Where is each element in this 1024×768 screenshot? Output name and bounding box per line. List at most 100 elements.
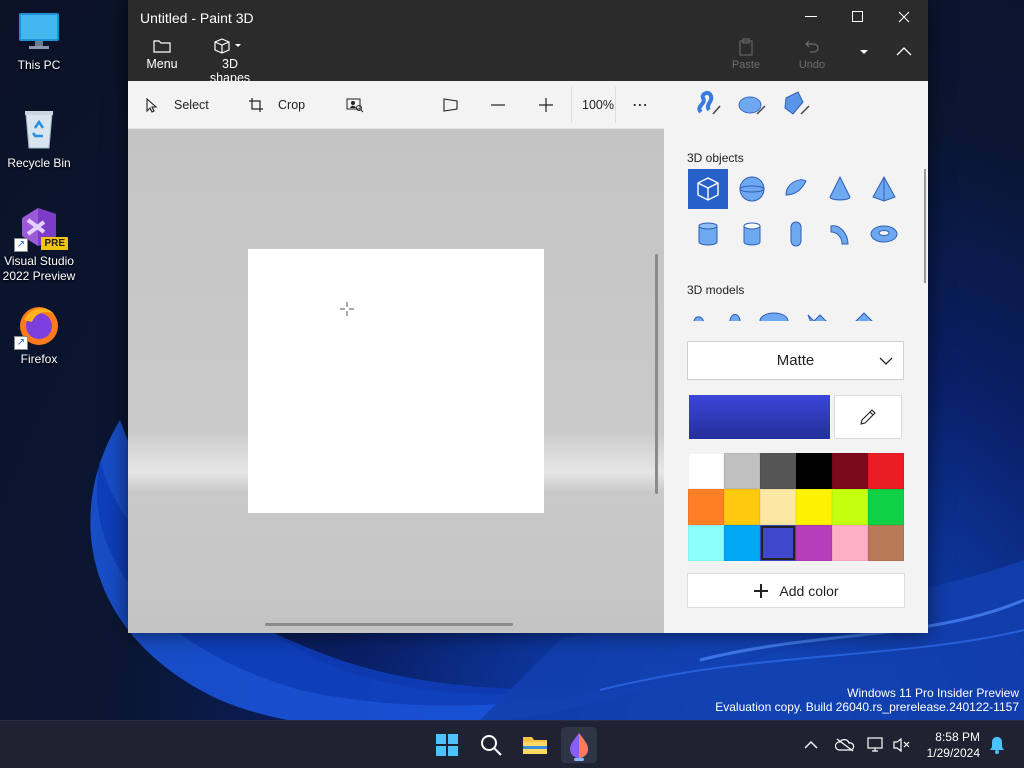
3d-doodle-sharp-tool[interactable] bbox=[688, 83, 728, 123]
notifications-button[interactable] bbox=[984, 727, 1010, 763]
zoom-in-button[interactable] bbox=[538, 81, 568, 129]
color-swatch[interactable] bbox=[796, 453, 832, 489]
minimize-button[interactable] bbox=[788, 0, 834, 34]
network-icon bbox=[867, 737, 883, 752]
add-color-button[interactable]: Add color bbox=[687, 573, 905, 608]
file-explorer-button[interactable] bbox=[517, 727, 553, 763]
object-curved-tube[interactable] bbox=[820, 214, 860, 254]
taskbar: 8:58 PM 1/29/2024 bbox=[0, 720, 1024, 768]
horizontal-scrollbar[interactable] bbox=[265, 623, 513, 626]
desktop-icon-firefox[interactable]: ↗ Firefox bbox=[1, 302, 77, 367]
undo-button[interactable]: Undo bbox=[794, 36, 830, 71]
object-pyramid[interactable] bbox=[864, 169, 904, 209]
search-icon bbox=[481, 735, 502, 756]
taskbar-clock[interactable]: 8:58 PM 1/29/2024 bbox=[927, 729, 980, 761]
color-swatch[interactable] bbox=[688, 453, 724, 489]
canvas[interactable] bbox=[248, 249, 544, 513]
magic-select-tool[interactable] bbox=[346, 81, 378, 129]
object-hemisphere[interactable] bbox=[776, 169, 816, 209]
paste-button[interactable]: Paste bbox=[728, 36, 764, 71]
desktop-icon-recycle-bin[interactable]: Recycle Bin bbox=[1, 106, 77, 171]
cylinder-icon bbox=[698, 222, 718, 246]
3d-doodle-tube-tool[interactable] bbox=[776, 83, 816, 123]
canvas-area[interactable] bbox=[128, 129, 664, 633]
close-button[interactable] bbox=[881, 0, 927, 34]
crosshair-cursor-icon bbox=[340, 302, 354, 316]
color-swatch[interactable] bbox=[868, 489, 904, 525]
paint3d-taskbar-button[interactable] bbox=[561, 727, 597, 763]
color-swatch[interactable] bbox=[760, 489, 796, 525]
color-swatch[interactable] bbox=[796, 525, 832, 561]
object-cube[interactable] bbox=[688, 169, 728, 209]
3d-shapes-button[interactable]: 3D shapes bbox=[201, 36, 259, 85]
current-color-preview[interactable] bbox=[689, 395, 830, 439]
maximize-button[interactable] bbox=[835, 0, 881, 34]
eyedropper-icon bbox=[860, 409, 876, 425]
color-swatch[interactable] bbox=[832, 489, 868, 525]
zoom-out-button[interactable] bbox=[490, 81, 520, 129]
hemisphere-icon bbox=[785, 179, 807, 196]
side-panel-scrollbar[interactable] bbox=[924, 169, 926, 283]
search-button[interactable] bbox=[473, 727, 509, 763]
recycle-bin-icon bbox=[16, 106, 62, 152]
object-cylinder[interactable] bbox=[688, 214, 728, 254]
paint3d-icon bbox=[570, 733, 588, 758]
toolbar-divider bbox=[615, 87, 616, 123]
menu-button[interactable]: Menu bbox=[144, 36, 180, 71]
preview-badge: PRE bbox=[41, 237, 68, 250]
3d-models-heading: 3D models bbox=[687, 283, 745, 297]
show-hidden-icons-button[interactable] bbox=[796, 727, 826, 763]
color-swatch[interactable] bbox=[868, 525, 904, 561]
donut-icon bbox=[870, 225, 898, 243]
chevron-down-icon bbox=[879, 357, 893, 365]
caret-down-icon bbox=[860, 50, 868, 54]
network-tray-button[interactable] bbox=[862, 727, 890, 763]
color-swatch[interactable] bbox=[724, 489, 760, 525]
color-swatch[interactable] bbox=[868, 453, 904, 489]
bell-icon bbox=[990, 737, 1004, 754]
onedrive-tray-button[interactable] bbox=[830, 727, 860, 763]
side-panel: 3D objects 3D models Matte Add color bbox=[664, 81, 928, 633]
history-dropdown-button[interactable] bbox=[854, 44, 874, 61]
color-swatch[interactable] bbox=[724, 525, 760, 561]
capsule-icon bbox=[790, 221, 802, 247]
model-thumbnails-icon[interactable] bbox=[688, 305, 908, 321]
object-tube[interactable] bbox=[732, 214, 772, 254]
color-swatch[interactable] bbox=[832, 525, 868, 561]
clipboard-icon bbox=[739, 38, 753, 56]
desktop-icon-this-pc[interactable]: This PC bbox=[1, 8, 77, 73]
3d-doodle-soft-tool[interactable] bbox=[732, 83, 772, 123]
shortcut-arrow-icon: ↗ bbox=[14, 336, 28, 350]
color-swatch[interactable] bbox=[760, 453, 796, 489]
paint3d-window: Untitled - Paint 3D Menu 3D shapes Paste… bbox=[128, 0, 928, 633]
color-swatch[interactable] bbox=[760, 525, 796, 561]
object-donut[interactable] bbox=[864, 214, 904, 254]
object-sphere[interactable] bbox=[732, 169, 772, 209]
eyedropper-button[interactable] bbox=[834, 395, 902, 439]
object-cone[interactable] bbox=[820, 169, 860, 209]
title-bar[interactable]: Untitled - Paint 3D bbox=[128, 0, 928, 36]
cloud-offline-icon bbox=[835, 738, 855, 752]
color-swatch[interactable] bbox=[688, 489, 724, 525]
color-swatch[interactable] bbox=[796, 489, 832, 525]
desktop-icon-visual-studio[interactable]: PRE ↗ Visual Studio 2022 Preview bbox=[1, 204, 77, 284]
color-swatch[interactable] bbox=[724, 453, 760, 489]
vertical-scrollbar[interactable] bbox=[655, 254, 658, 494]
perspective-icon bbox=[443, 98, 458, 112]
collapse-ribbon-button[interactable] bbox=[892, 44, 916, 61]
start-button[interactable] bbox=[429, 727, 465, 763]
more-options-button[interactable]: ⋯ bbox=[632, 81, 648, 129]
object-capsule[interactable] bbox=[776, 214, 816, 254]
crop-tool[interactable]: Crop bbox=[248, 81, 305, 129]
doodle-tube-icon bbox=[784, 91, 810, 115]
select-tool[interactable]: Select bbox=[144, 81, 209, 129]
zoom-level[interactable]: 100% bbox=[582, 81, 614, 129]
windows-logo-icon bbox=[436, 734, 458, 756]
color-swatch[interactable] bbox=[688, 525, 724, 561]
material-dropdown[interactable]: Matte bbox=[687, 341, 904, 380]
color-swatch[interactable] bbox=[832, 453, 868, 489]
curved-tube-icon bbox=[830, 225, 849, 245]
3d-objects-heading: 3D objects bbox=[687, 151, 744, 165]
volume-tray-button[interactable] bbox=[890, 727, 914, 763]
perspective-view-button[interactable] bbox=[442, 81, 474, 129]
